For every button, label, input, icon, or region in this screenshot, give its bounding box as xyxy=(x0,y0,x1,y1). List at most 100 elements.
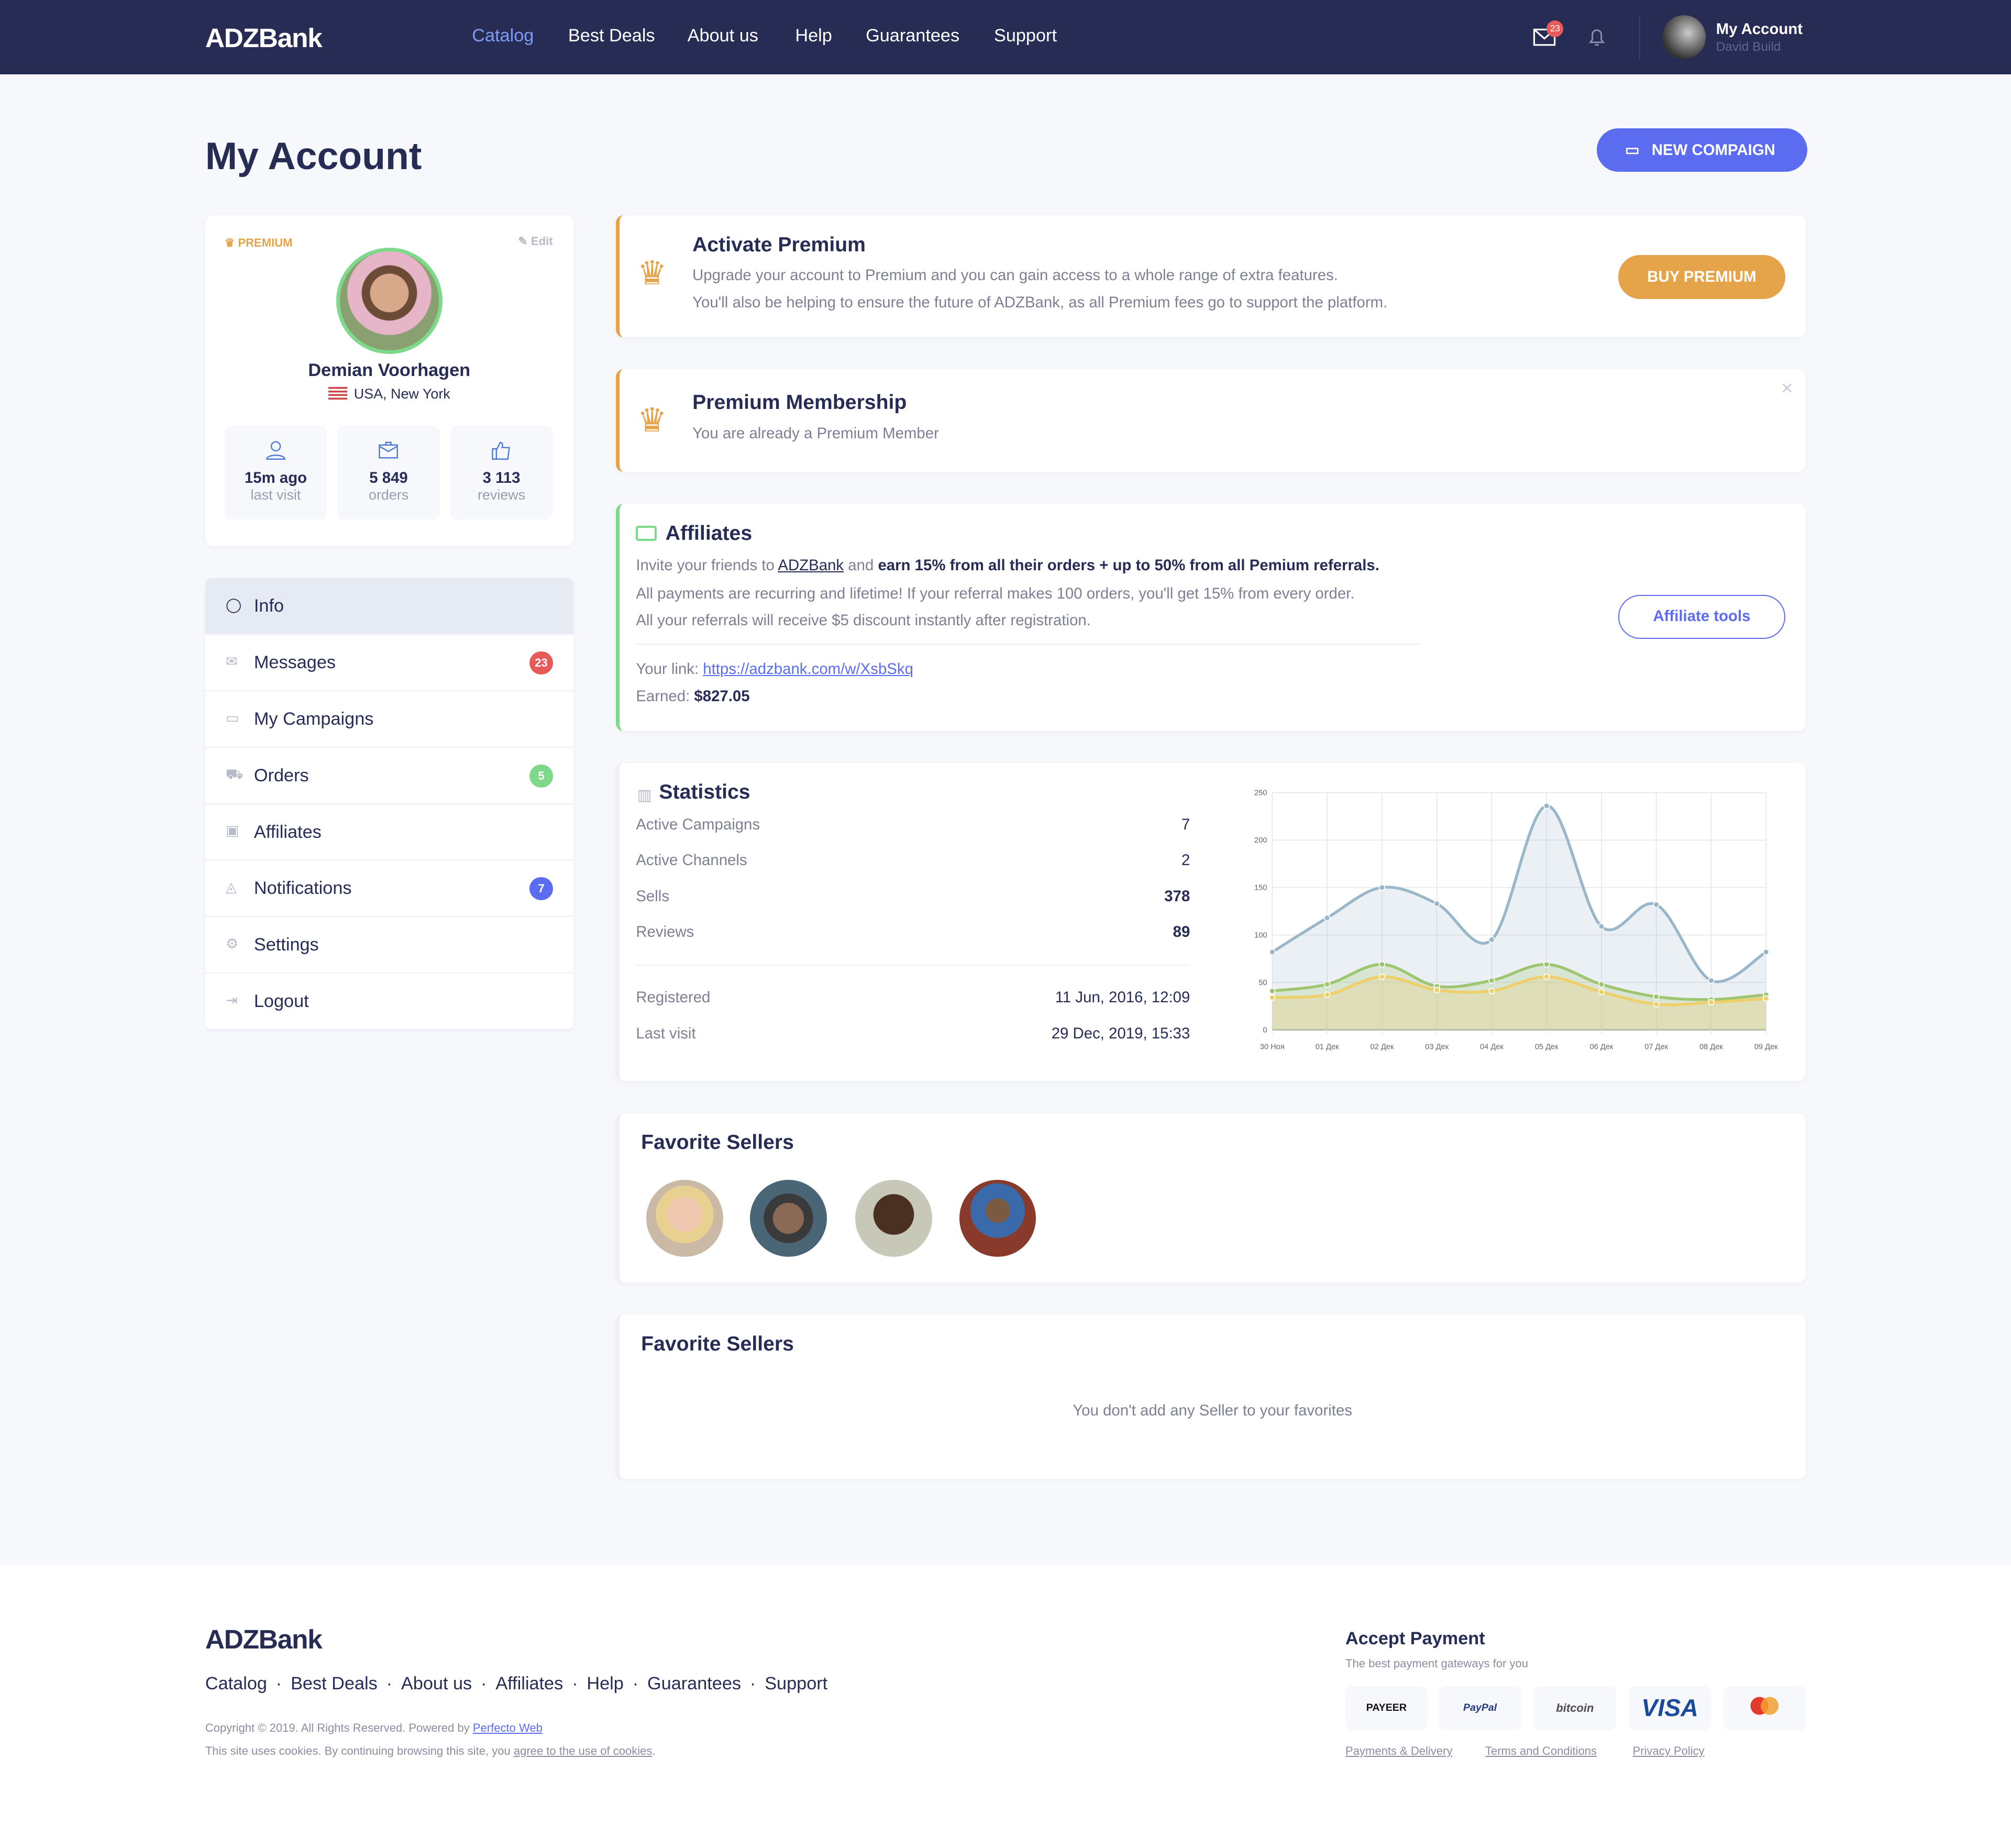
x-tick-label: 02 Дек xyxy=(1370,1043,1394,1051)
x-tick-label: 06 Дек xyxy=(1589,1043,1614,1051)
data-point xyxy=(1488,936,1495,943)
data-point xyxy=(1268,987,1276,994)
profile-location: USA, New York xyxy=(205,386,573,402)
sidebar-item-info[interactable]: ◯ Info xyxy=(205,578,573,635)
payments-delivery-link[interactable]: Payments & Delivery xyxy=(1345,1744,1452,1758)
sidebar-item-label: Info xyxy=(253,596,284,616)
visa-logo: VISA xyxy=(1629,1686,1711,1730)
new-compaign-button[interactable]: ▭ NEW COMPAIGN xyxy=(1597,128,1807,172)
separator: · xyxy=(627,1673,644,1694)
briefcase-icon xyxy=(379,441,399,459)
nav-best-deals[interactable]: Best Deals xyxy=(568,26,655,46)
data-point xyxy=(1378,884,1385,891)
sidebar-item-label: Settings xyxy=(253,935,319,955)
favorites-title: Favorite Sellers xyxy=(641,1332,794,1355)
seller-avatar[interactable] xyxy=(750,1180,827,1257)
nav-guarantees[interactable]: Guarantees xyxy=(866,26,959,46)
divider xyxy=(636,964,1190,966)
x-tick-label: 03 Дек xyxy=(1425,1043,1449,1051)
registered-row: Registered 11 Jun, 2016, 12:09 xyxy=(636,989,1190,1006)
sidebar-item-my-campaigns[interactable]: ▭ My Campaigns xyxy=(205,691,573,748)
profile-avatar xyxy=(336,247,443,354)
footer-link[interactable]: Affiliates xyxy=(495,1674,563,1694)
data-point xyxy=(1268,994,1276,1001)
referral-link[interactable]: https://adzbank.com/w/XsbSkq xyxy=(703,660,913,678)
last-visit-row: Last visit 29 Dec, 2019, 15:33 xyxy=(636,1024,1190,1042)
data-point xyxy=(1488,987,1495,994)
logo[interactable]: ADZBank xyxy=(205,22,323,53)
separator: · xyxy=(745,1673,761,1694)
crown-icon: ♛ xyxy=(637,254,667,292)
envelope-icon: ✉ xyxy=(226,653,238,669)
edit-button[interactable]: ✎ Edit xyxy=(518,235,553,248)
payment-title: Accept Payment xyxy=(1345,1629,1485,1649)
data-point xyxy=(1543,802,1550,810)
data-point xyxy=(1707,977,1715,984)
cookies-link[interactable]: agree to the use of cookies xyxy=(514,1744,653,1757)
data-point xyxy=(1707,999,1715,1006)
profile-card: ♛ PREMIUM ✎ Edit Demian Voorhagen USA, N… xyxy=(205,215,573,547)
crown-icon: ♛ xyxy=(637,402,667,439)
sidebar-item-logout[interactable]: ⇥ Logout xyxy=(205,973,573,1030)
footer-link[interactable]: About us xyxy=(401,1674,472,1694)
favorite-sellers-empty-card: Favorite Sellers You don't add any Selle… xyxy=(615,1314,1806,1479)
footer-logo[interactable]: ADZBank xyxy=(205,1623,323,1655)
cart-icon: ⛟ xyxy=(226,766,244,782)
privacy-link[interactable]: Privacy Policy xyxy=(1633,1744,1705,1758)
bell-icon[interactable] xyxy=(1588,26,1606,53)
gear-icon: ⚙ xyxy=(226,935,239,951)
footer-link[interactable]: Support xyxy=(765,1674,827,1694)
adzbank-link[interactable]: ADZBank xyxy=(778,557,844,574)
sidebar-item-label: Logout xyxy=(253,991,309,1011)
seller-avatar[interactable] xyxy=(959,1180,1036,1257)
briefcase-icon: ▭ xyxy=(226,710,239,726)
footer-link[interactable]: Catalog xyxy=(205,1674,267,1694)
data-point xyxy=(1433,987,1440,993)
sidebar-item-orders[interactable]: ⛟ Orders 5 xyxy=(205,748,573,804)
membership-title: Premium Membership xyxy=(692,391,907,414)
footer-link[interactable]: Guarantees xyxy=(647,1674,741,1694)
nav-catalog[interactable]: Catalog xyxy=(472,26,534,46)
briefcase-icon: ▭ xyxy=(1625,141,1640,159)
payment-subtitle: The best payment gateways for you xyxy=(1345,1657,1529,1670)
data-point xyxy=(1323,914,1331,921)
stat-row: Reviews 89 xyxy=(636,923,1190,941)
account-title[interactable]: My Account xyxy=(1716,20,1803,38)
activate-title: Activate Premium xyxy=(692,233,866,256)
data-point xyxy=(1598,923,1605,930)
stat-last-visit: 15m ago last visit xyxy=(224,426,327,519)
thumbs-up-icon xyxy=(492,441,510,460)
envelope-icon[interactable]: 23 xyxy=(1533,20,1564,51)
money-icon xyxy=(636,526,657,541)
close-icon[interactable]: × xyxy=(1781,377,1793,400)
nav-help[interactable]: Help xyxy=(795,26,832,46)
seller-avatar[interactable] xyxy=(855,1180,933,1257)
sidebar-item-settings[interactable]: ⚙ Settings xyxy=(205,917,573,973)
sidebar-item-messages[interactable]: ✉ Messages 23 xyxy=(205,635,573,691)
sidebar-item-notifications[interactable]: ◬ Notifications 7 xyxy=(205,860,573,917)
footer-nav: Catalog · Best Deals · About us · Affili… xyxy=(205,1674,827,1694)
bell-icon: ◬ xyxy=(226,879,237,895)
us-flag-icon xyxy=(328,387,348,400)
activate-premium-card: ♛ Activate Premium Upgrade your account … xyxy=(615,215,1806,338)
sidebar-item-affiliates[interactable]: ▣ Affiliates xyxy=(205,804,573,861)
activate-line1: Upgrade your account to Premium and you … xyxy=(692,267,1338,284)
account-avatar[interactable] xyxy=(1662,15,1706,59)
footer-link[interactable]: Best Deals xyxy=(291,1674,378,1694)
affiliate-tools-button[interactable]: Affiliate tools xyxy=(1618,595,1785,639)
nav-about[interactable]: About us xyxy=(688,26,758,46)
affiliates-line3: All your referrals will receive $5 disco… xyxy=(636,612,1091,629)
footer-link[interactable]: Help xyxy=(587,1674,623,1694)
terms-link[interactable]: Terms and Conditions xyxy=(1485,1744,1597,1758)
data-point xyxy=(1653,993,1660,1000)
stat-orders: 5 849 orders xyxy=(337,426,440,519)
cookie-notice: This site uses cookies. By continuing br… xyxy=(205,1744,656,1757)
buy-premium-button[interactable]: BUY PREMIUM xyxy=(1618,255,1785,299)
bitcoin-logo: bitcoin xyxy=(1534,1686,1616,1730)
perfecto-link[interactable]: Perfecto Web xyxy=(473,1721,543,1734)
seller-avatar[interactable] xyxy=(646,1180,723,1257)
x-tick-label: 05 Дек xyxy=(1534,1043,1559,1051)
nav-support[interactable]: Support xyxy=(994,26,1057,46)
y-tick-label: 100 xyxy=(1254,931,1267,939)
data-point xyxy=(1762,948,1770,956)
